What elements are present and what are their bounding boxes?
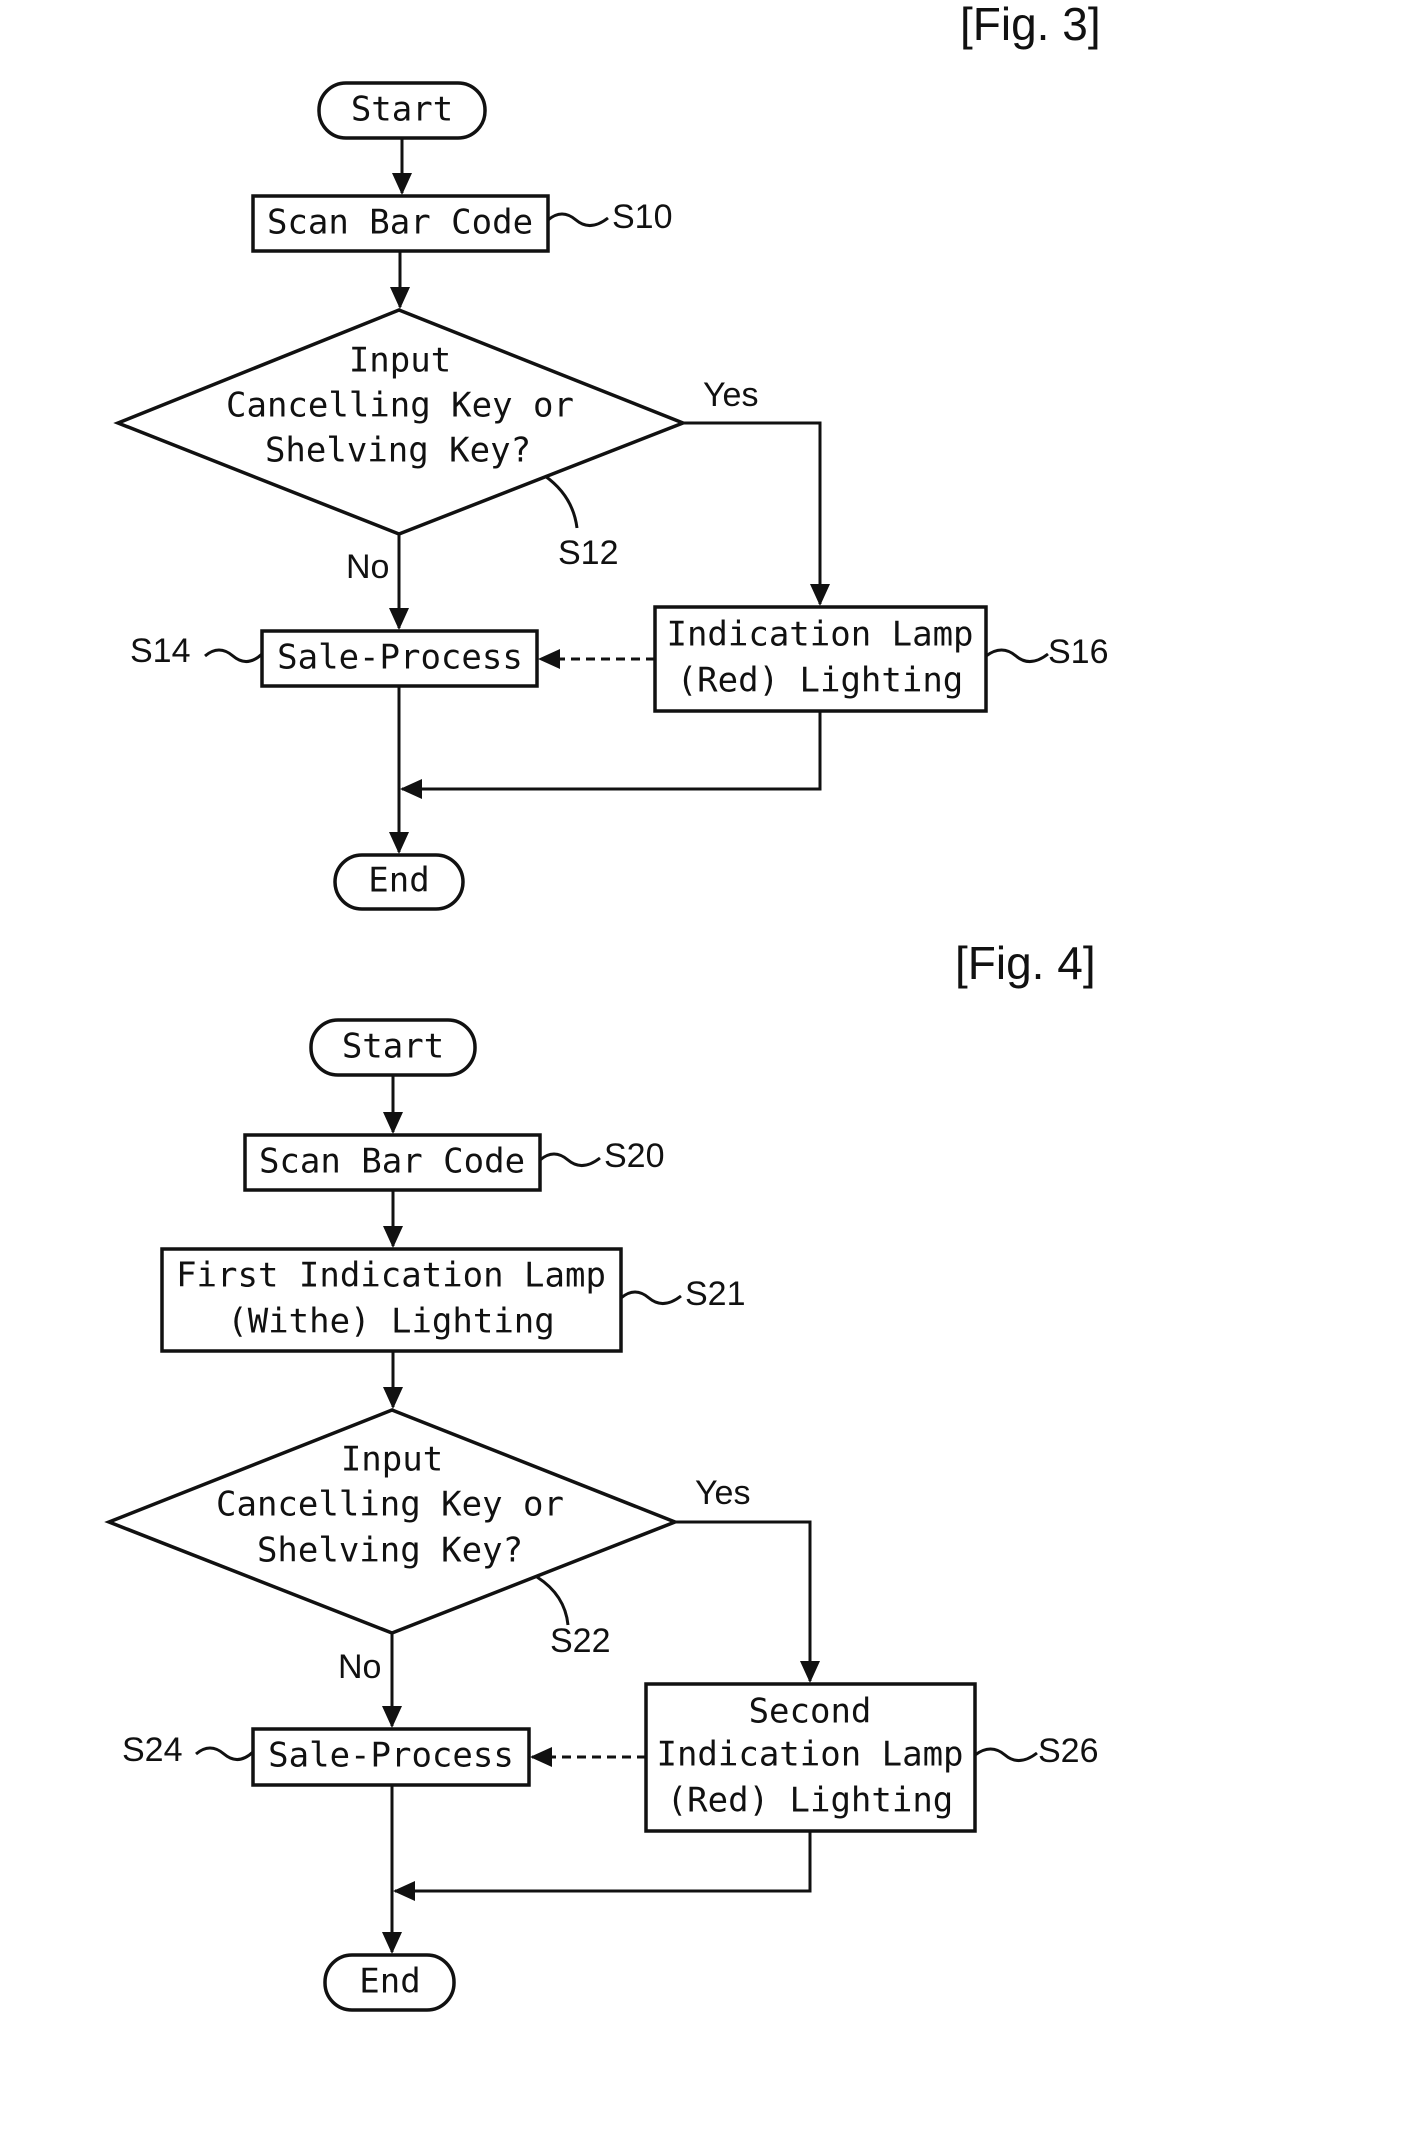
ref-leader-s21 [620, 1290, 682, 1305]
decision-line-1: Input [341, 1440, 443, 1480]
arrow-yes-branch [683, 421, 830, 606]
ref-leader-s24 [195, 1746, 255, 1761]
ref-s10: S10 [612, 198, 673, 236]
end-text: End [368, 861, 429, 901]
sale-process-text: Sale-Process [277, 638, 523, 678]
ref-s16: S16 [1048, 633, 1109, 671]
second-lamp-line-1: Second [749, 1692, 872, 1732]
ref-leader-s14 [204, 648, 264, 663]
first-lamp-line-2: (Withe) Lighting [227, 1302, 555, 1342]
ref-s22: S22 [550, 1622, 611, 1660]
indication-lamp-line-2: (Red) Lighting [677, 661, 964, 701]
figure-3: [Fig. 3] Start Scan Bar Code S10 Input C… [113, 0, 1109, 911]
ref-s24: S24 [122, 1731, 183, 1769]
ref-leader-s20 [539, 1152, 601, 1167]
ref-s14: S14 [130, 632, 191, 670]
second-lamp-line-2: Indication Lamp [656, 1735, 963, 1775]
flowchart-canvas: [Fig. 3] Start Scan Bar Code S10 Input C… [104, 0, 1109, 2012]
ref-leader-s26 [974, 1747, 1038, 1762]
ref-leader-s10 [547, 212, 609, 227]
decision-line-3: Shelving Key? [265, 431, 531, 471]
ref-s26: S26 [1038, 1732, 1099, 1770]
indication-lamp-line-1: Indication Lamp [666, 615, 973, 655]
ref-leader-s12 [544, 474, 579, 529]
decision-line-3: Shelving Key? [257, 1531, 523, 1571]
ref-s21: S21 [685, 1275, 746, 1313]
scan-bar-code-text: Scan Bar Code [259, 1142, 525, 1182]
sale-process-text: Sale-Process [268, 1736, 514, 1776]
scan-bar-code-text: Scan Bar Code [267, 203, 533, 243]
arrow-yes-branch [675, 1520, 820, 1683]
first-lamp-line-1: First Indication Lamp [176, 1256, 606, 1296]
decision-line-1: Input [349, 341, 451, 381]
ref-s12: S12 [558, 534, 619, 572]
yes-label: Yes [703, 376, 758, 414]
figure-4: [Fig. 4] Start Scan Bar Code S20 First I… [104, 937, 1099, 2012]
arrow-lamp-to-merge [393, 1831, 812, 1901]
start-text: Start [342, 1027, 444, 1067]
end-text: End [359, 1962, 420, 2002]
no-label: No [346, 548, 389, 586]
figure-3-label: [Fig. 3] [960, 0, 1101, 50]
start-text: Start [351, 90, 453, 130]
ref-leader-s22 [536, 1575, 570, 1626]
figure-4-label: [Fig. 4] [955, 937, 1096, 989]
second-lamp-line-3: (Red) Lighting [667, 1781, 954, 1821]
decision-line-2: Cancelling Key or [226, 386, 574, 426]
decision-line-2: Cancelling Key or [216, 1485, 564, 1525]
arrow-lamp-to-merge [400, 711, 822, 799]
ref-s20: S20 [604, 1137, 665, 1175]
no-label: No [338, 1648, 381, 1686]
ref-leader-s16 [985, 648, 1049, 663]
yes-label: Yes [695, 1474, 750, 1512]
